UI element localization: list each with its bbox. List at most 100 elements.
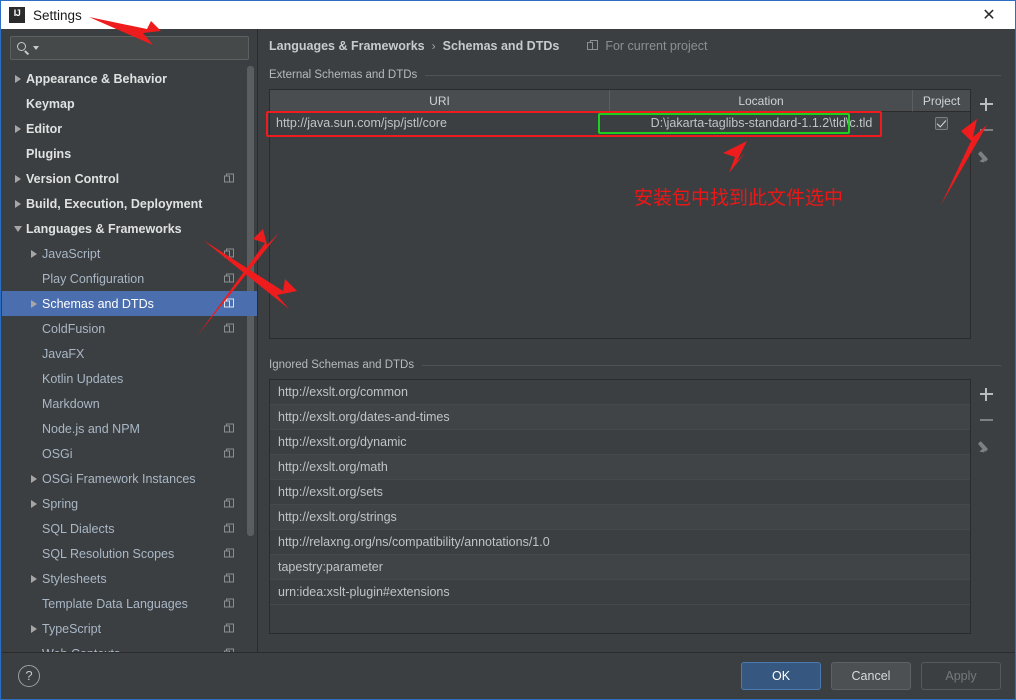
section-divider [422, 364, 1001, 366]
sidebar-item-coldfusion[interactable]: ColdFusion [2, 316, 257, 341]
sidebar-item-osgi-framework-instances[interactable]: OSGi Framework Instances [2, 466, 257, 491]
chevron-right-icon[interactable] [26, 574, 42, 583]
footer-button-group: OK Cancel Apply [741, 661, 1001, 690]
ignored-add-button[interactable] [973, 381, 999, 407]
sidebar-item-label: SQL Resolution Scopes [42, 546, 175, 561]
sidebar-item-label: Stylesheets [42, 571, 107, 586]
sidebar-item-plugins[interactable]: Plugins [2, 141, 257, 166]
sidebar-item-markdown[interactable]: Markdown [2, 391, 257, 416]
close-icon[interactable]: ✕ [969, 1, 1009, 29]
list-item[interactable]: http://exslt.org/dates-and-times [270, 405, 970, 430]
sidebar-item-osgi[interactable]: OSGi [2, 441, 257, 466]
sidebar-item-label: SQL Dialects [42, 521, 115, 536]
chevron-right-icon[interactable] [26, 499, 42, 508]
breadcrumb-separator: › [431, 39, 436, 53]
sidebar-item-keymap[interactable]: Keymap [2, 91, 257, 116]
search-container [2, 29, 257, 66]
sidebar-item-label: Markdown [42, 396, 100, 411]
sidebar-item-javascript[interactable]: JavaScript [2, 241, 257, 266]
chevron-right-icon[interactable] [10, 199, 26, 208]
list-item[interactable]: http://exslt.org/math [270, 455, 970, 480]
column-header-uri[interactable]: URI [270, 90, 610, 112]
sidebar-item-label: OSGi Framework Instances [42, 471, 196, 486]
external-add-button[interactable] [973, 91, 999, 117]
copy-pages-icon [224, 173, 235, 184]
help-button[interactable]: ? [18, 664, 40, 687]
dialog-footer: ? OK Cancel Apply [2, 652, 1015, 698]
chevron-right-icon[interactable] [26, 624, 42, 633]
project-scope-label: For current project [605, 39, 708, 53]
sidebar-item-label: Template Data Languages [42, 596, 188, 611]
external-table-body: http://java.sun.com/jsp/jstl/core D:\jaka… [270, 112, 970, 338]
sidebar-item-build-execution-deployment[interactable]: Build, Execution, Deployment [2, 191, 257, 216]
sidebar-item-typescript[interactable]: TypeScript [2, 616, 257, 641]
list-item[interactable]: http://exslt.org/common [270, 380, 970, 405]
chevron-right-icon[interactable] [26, 299, 42, 308]
intellij-logo-icon: IJ [9, 7, 25, 23]
sidebar-item-languages-frameworks[interactable]: Languages & Frameworks [2, 216, 257, 241]
sidebar-item-play-configuration[interactable]: Play Configuration [2, 266, 257, 291]
ok-button[interactable]: OK [741, 661, 821, 690]
external-section-title: External Schemas and DTDs [269, 69, 418, 81]
sidebar-item-spring[interactable]: Spring [2, 491, 257, 516]
project-checkbox[interactable] [935, 116, 948, 130]
cell-project [913, 112, 970, 134]
sidebar-item-appearance-behavior[interactable]: Appearance & Behavior [2, 66, 257, 91]
search-box[interactable] [10, 36, 249, 60]
sidebar-item-label: JavaFX [42, 346, 85, 361]
copy-pages-icon [224, 498, 235, 509]
chevron-right-icon[interactable] [10, 174, 26, 183]
plus-icon [979, 97, 993, 111]
search-input[interactable] [43, 41, 242, 55]
list-item[interactable]: http://exslt.org/dynamic [270, 430, 970, 455]
list-item[interactable]: urn:idea:xslt-plugin#extensions [270, 580, 970, 605]
sidebar-item-label: JavaScript [42, 246, 101, 261]
sidebar-item-label: Appearance & Behavior [26, 71, 168, 86]
chevron-down-icon[interactable] [10, 225, 26, 232]
external-table-toolbar [971, 89, 1001, 339]
breadcrumb-parent[interactable]: Languages & Frameworks [269, 39, 425, 53]
settings-sidebar: Appearance & Behavior Keymap Editor Plugins… [2, 29, 258, 662]
copy-pages-icon [224, 448, 235, 459]
list-item[interactable]: http://exslt.org/strings [270, 505, 970, 530]
sidebar-item-node-js-and-npm[interactable]: Node.js and NPM [2, 416, 257, 441]
sidebar-item-version-control[interactable]: Version Control [2, 166, 257, 191]
sidebar-item-label: Plugins [26, 146, 72, 161]
sidebar-item-sql-dialects[interactable]: SQL Dialects [2, 516, 257, 541]
list-item[interactable]: tapestry:parameter [270, 555, 970, 580]
cancel-button[interactable]: Cancel [831, 661, 911, 690]
cell-location: D:\jakarta-taglibs-standard-1.1.2\tld\c.… [650, 116, 873, 130]
sidebar-item-schemas-and-dtds[interactable]: Schemas and DTDs [2, 291, 257, 316]
apply-button: Apply [921, 661, 1001, 690]
external-remove-button[interactable] [973, 117, 999, 143]
cell-uri: http://java.sun.com/jsp/jstl/core [276, 116, 447, 130]
sidebar-item-sql-resolution-scopes[interactable]: SQL Resolution Scopes [2, 541, 257, 566]
pencil-icon [977, 149, 993, 165]
copy-pages-icon [224, 323, 235, 334]
window-title: Settings [33, 7, 82, 23]
chevron-right-icon[interactable] [10, 74, 26, 83]
copy-pages-icon [224, 598, 235, 609]
column-header-location[interactable]: Location [610, 90, 913, 112]
plus-icon [979, 387, 993, 401]
ignored-remove-button[interactable] [973, 407, 999, 433]
sidebar-item-label: Editor [26, 121, 63, 136]
list-item[interactable]: http://relaxng.org/ns/compatibility/anno… [270, 530, 970, 555]
table-row[interactable]: http://java.sun.com/jsp/jstl/core D:\jaka… [270, 112, 970, 134]
sidebar-item-template-data-languages[interactable]: Template Data Languages [2, 591, 257, 616]
ignored-edit-button[interactable] [973, 433, 999, 459]
project-scope-badge: For current project [587, 39, 707, 53]
column-header-project[interactable]: Project [913, 90, 970, 112]
chevron-right-icon[interactable] [10, 124, 26, 133]
copy-pages-icon [224, 623, 235, 634]
chevron-right-icon[interactable] [26, 474, 42, 483]
list-item[interactable]: http://exslt.org/sets [270, 480, 970, 505]
chevron-right-icon[interactable] [26, 249, 42, 258]
main-content: Languages & Frameworks › Schemas and DTD… [259, 29, 1015, 662]
sidebar-item-stylesheets[interactable]: Stylesheets [2, 566, 257, 591]
external-edit-button[interactable] [973, 143, 999, 169]
chevron-down-icon[interactable] [33, 46, 39, 50]
sidebar-item-kotlin-updates[interactable]: Kotlin Updates [2, 366, 257, 391]
sidebar-item-javafx[interactable]: JavaFX [2, 341, 257, 366]
sidebar-item-editor[interactable]: Editor [2, 116, 257, 141]
